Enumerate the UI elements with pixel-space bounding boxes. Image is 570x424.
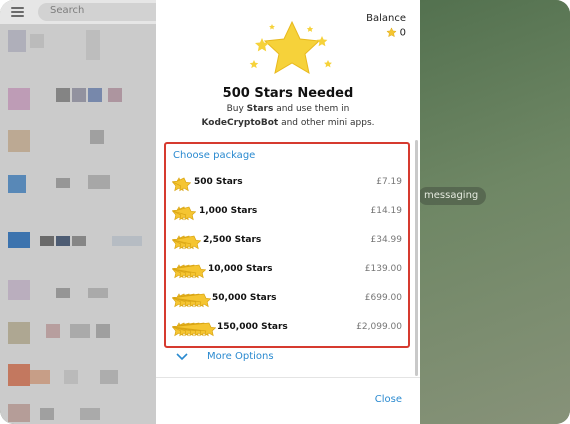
package-name: 150,000 Stars bbox=[217, 322, 288, 332]
package-option[interactable]: 50,000 Stars £699.00 bbox=[166, 285, 408, 314]
choose-package-label: Choose package bbox=[173, 150, 256, 161]
desc-prefix: Buy bbox=[226, 104, 247, 114]
star-stack-icon bbox=[172, 206, 196, 221]
package-price: £7.19 bbox=[376, 177, 402, 187]
package-list: Choose package 500 Stars £7.19 1,000 Stars… bbox=[164, 142, 410, 348]
star-stack-icon bbox=[172, 264, 206, 279]
package-option[interactable]: 2,500 Stars £34.99 bbox=[166, 227, 408, 256]
app-window: Search messaging Balance 0 500 Stars Nee… bbox=[0, 0, 570, 424]
balance-value: 0 bbox=[399, 27, 406, 39]
package-price: £14.19 bbox=[370, 206, 403, 216]
package-name: 50,000 Stars bbox=[212, 293, 277, 303]
service-message-pill: messaging bbox=[418, 187, 487, 205]
close-button[interactable]: Close bbox=[375, 394, 402, 405]
star-stack-icon bbox=[172, 322, 216, 337]
star-stack-icon bbox=[172, 293, 211, 308]
overlay-dim bbox=[0, 24, 156, 424]
buy-stars-dialog: Balance 0 500 Stars Needed Buy Stars and… bbox=[156, 0, 420, 424]
chat-list-panel: Search bbox=[0, 0, 156, 424]
footer-divider bbox=[156, 377, 420, 378]
chat-background bbox=[420, 0, 570, 424]
desc-bot-name: KodeCryptoBot bbox=[201, 118, 279, 128]
more-options-label: More Options bbox=[207, 351, 274, 362]
star-stack-icon bbox=[172, 177, 191, 192]
more-options-button[interactable]: More Options bbox=[176, 350, 376, 366]
chevron-down-icon bbox=[176, 353, 188, 361]
scrollbar[interactable] bbox=[415, 140, 418, 376]
desc-suffix: and use them in bbox=[273, 104, 350, 114]
package-name: 10,000 Stars bbox=[208, 264, 273, 274]
package-price: £34.99 bbox=[370, 235, 403, 245]
desc-suffix-2: and other mini apps. bbox=[278, 118, 375, 128]
search-input[interactable]: Search bbox=[38, 3, 156, 21]
package-option[interactable]: 150,000 Stars £2,099.00 bbox=[166, 314, 408, 343]
balance-value-row: 0 bbox=[386, 27, 406, 39]
dialog-title: 500 Stars Needed bbox=[222, 86, 354, 101]
package-price: £699.00 bbox=[364, 293, 402, 303]
package-option[interactable]: 10,000 Stars £139.00 bbox=[166, 256, 408, 285]
package-option[interactable]: 1,000 Stars £14.19 bbox=[166, 198, 408, 227]
star-stack-icon bbox=[172, 235, 201, 250]
menu-icon[interactable] bbox=[11, 7, 24, 17]
balance-label: Balance bbox=[366, 13, 406, 24]
star-hero-icon bbox=[249, 20, 332, 75]
package-price: £2,099.00 bbox=[356, 322, 402, 332]
package-price: £139.00 bbox=[364, 264, 402, 274]
chat-list-header: Search bbox=[0, 0, 156, 24]
desc-stars: Stars bbox=[246, 104, 274, 114]
dialog-description: Buy Stars and use them in KodeCryptoBot … bbox=[156, 102, 420, 130]
star-icon bbox=[386, 27, 397, 38]
package-name: 500 Stars bbox=[194, 177, 243, 187]
package-name: 2,500 Stars bbox=[203, 235, 262, 245]
package-name: 1,000 Stars bbox=[199, 206, 258, 216]
package-option[interactable]: 500 Stars £7.19 bbox=[166, 169, 408, 198]
search-placeholder: Search bbox=[50, 5, 85, 16]
